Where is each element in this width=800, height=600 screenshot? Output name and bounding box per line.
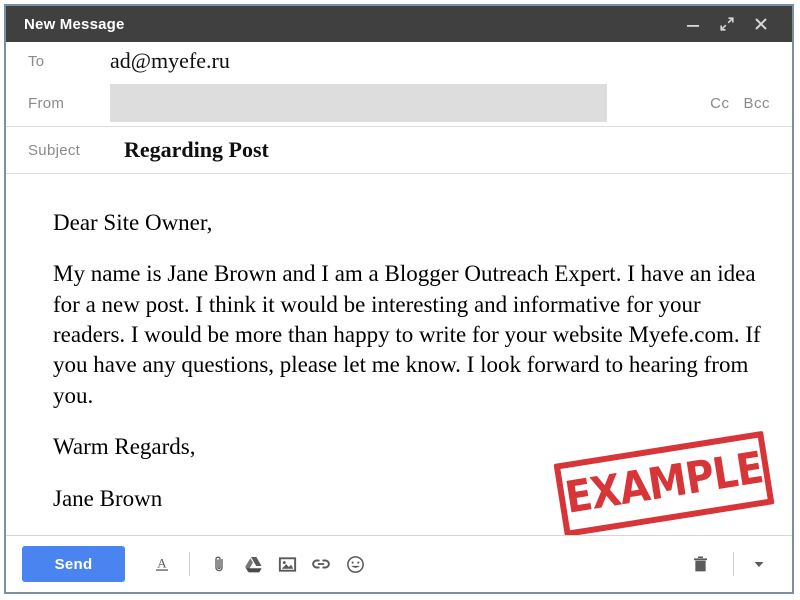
- recipient-fields: To ad@myefe.ru From Cc Bcc Subject Regar…: [6, 42, 792, 174]
- photo-icon[interactable]: [270, 546, 304, 582]
- message-body[interactable]: Dear Site Owner, My name is Jane Brown a…: [6, 174, 792, 535]
- emoji-icon[interactable]: [338, 546, 372, 582]
- from-row[interactable]: From Cc Bcc: [6, 80, 792, 126]
- subject-input[interactable]: Regarding Post: [114, 137, 770, 163]
- compose-toolbar: Send A: [6, 535, 792, 592]
- to-input[interactable]: ad@myefe.ru: [90, 48, 770, 74]
- from-label: From: [28, 94, 65, 112]
- link-icon[interactable]: [304, 546, 338, 582]
- window-title-bar: New Message: [6, 6, 792, 42]
- attach-icon[interactable]: [202, 546, 236, 582]
- subject-row[interactable]: Subject Regarding Post: [6, 126, 792, 174]
- toolbar-divider-right: [733, 552, 734, 576]
- body-closing: Warm Regards,: [53, 434, 196, 460]
- to-label: To: [28, 52, 45, 70]
- minimize-icon[interactable]: [676, 9, 710, 39]
- format-icon[interactable]: A: [145, 546, 179, 582]
- trash-icon[interactable]: [683, 546, 717, 582]
- window-title: New Message: [24, 15, 125, 33]
- cc-bcc-group: Cc Bcc: [692, 95, 770, 112]
- more-options-icon[interactable]: [744, 546, 774, 582]
- svg-text:A: A: [157, 556, 167, 571]
- drive-icon[interactable]: [236, 546, 270, 582]
- toolbar-divider-left: [189, 552, 190, 576]
- body-greeting: Dear Site Owner,: [53, 210, 213, 235]
- close-icon[interactable]: [744, 9, 778, 39]
- body-paragraph: My name is Jane Brown and I am a Blogger…: [53, 261, 761, 408]
- send-button[interactable]: Send: [22, 546, 125, 582]
- cc-button[interactable]: Cc: [710, 95, 729, 112]
- to-row[interactable]: To ad@myefe.ru: [6, 42, 792, 80]
- compose-window: New Message To ad@myefe.ru From Cc Bcc S…: [4, 4, 794, 594]
- body-signature: Jane Brown: [53, 485, 163, 511]
- expand-icon[interactable]: [710, 9, 744, 39]
- from-input[interactable]: [110, 84, 607, 122]
- bcc-button[interactable]: Bcc: [743, 95, 770, 112]
- subject-label: Subject: [28, 141, 81, 159]
